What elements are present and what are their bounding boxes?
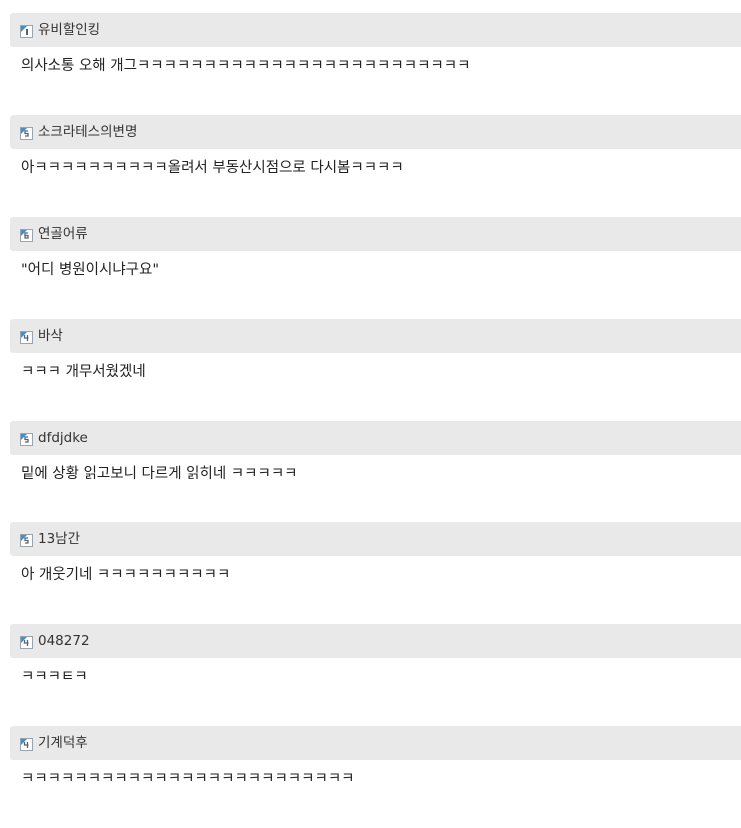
comment-author[interactable]: 유비할인킹 [38, 21, 100, 39]
user-badge-icon[interactable] [20, 534, 33, 547]
comment-author[interactable]: 연골어류 [38, 225, 88, 243]
comment-author[interactable]: 소크라테스의변명 [38, 123, 137, 141]
comment-item: 바삭 ㅋㅋㅋ 개무서웠겠네 [10, 319, 741, 421]
user-badge-icon[interactable] [20, 636, 33, 649]
user-badge-icon[interactable] [20, 25, 33, 38]
comment-item: 13남간 아 개웃기네 ㅋㅋㅋㅋㅋㅋㅋㅋㅋㅋ [10, 522, 741, 624]
comment-text: 아 개웃기네 ㅋㅋㅋㅋㅋㅋㅋㅋㅋㅋ [21, 567, 231, 583]
comment-text: 밑에 상황 읽고보니 다르게 읽히네 ㅋㅋㅋㅋㅋ [21, 466, 298, 482]
comment-text: 의사소통 오해 개그ㅋㅋㅋㅋㅋㅋㅋㅋㅋㅋㅋㅋㅋㅋㅋㅋㅋㅋㅋㅋㅋㅋㅋㅋㅋ [21, 58, 471, 74]
comment-item: 연골어류 "어디 병원이시냐구요" [10, 217, 741, 319]
comment-text: 아ㅋㅋㅋㅋㅋㅋㅋㅋㅋㅋ올려서 부동산시점으로 다시봄ㅋㅋㅋㅋ [21, 160, 404, 176]
comment-header: 048272 [10, 624, 741, 658]
user-badge-icon[interactable] [20, 229, 33, 242]
comment-header: 유비할인킹 [10, 13, 741, 47]
comment-author[interactable]: 기계덕후 [38, 734, 88, 752]
user-badge-icon[interactable] [20, 331, 33, 344]
comment-item: 소크라테스의변명 아ㅋㅋㅋㅋㅋㅋㅋㅋㅋㅋ올려서 부동산시점으로 다시봄ㅋㅋㅋㅋ [10, 115, 741, 217]
user-badge-icon[interactable] [20, 127, 33, 140]
comment-header: 기계덕후 [10, 726, 741, 760]
comment-text: "어디 병원이시냐구요" [21, 262, 160, 278]
comment-header: dfdjdke [10, 421, 741, 455]
comment-header: 연골어류 [10, 217, 741, 251]
comment-item: 유비할인킹 의사소통 오해 개그ㅋㅋㅋㅋㅋㅋㅋㅋㅋㅋㅋㅋㅋㅋㅋㅋㅋㅋㅋㅋㅋㅋㅋㅋ… [10, 13, 741, 115]
comment-text: ㅋㅋㅋㅋㅋㅋㅋㅋㅋㅋㅋㅋㅋㅋㅋㅋㅋㅋㅋㅋㅋㅋㅋㅋㅋ [21, 771, 355, 787]
comment-author[interactable]: 048272 [38, 632, 90, 650]
comment-item: 048272 ㅋㅋㅋㅌㅋ [10, 624, 741, 726]
comment-header: 13남간 [10, 522, 741, 556]
comment-text: ㅋㅋㅋㅌㅋ [21, 669, 88, 685]
user-badge-icon[interactable] [20, 738, 33, 751]
comment-text: ㅋㅋㅋ 개무서웠겠네 [21, 364, 146, 380]
user-badge-icon[interactable] [20, 433, 33, 446]
comment-author[interactable]: dfdjdke [38, 429, 88, 447]
comment-item: 기계덕후 ㅋㅋㅋㅋㅋㅋㅋㅋㅋㅋㅋㅋㅋㅋㅋㅋㅋㅋㅋㅋㅋㅋㅋㅋㅋ [10, 726, 741, 828]
comment-header: 바삭 [10, 319, 741, 353]
comment-item: dfdjdke 밑에 상황 읽고보니 다르게 읽히네 ㅋㅋㅋㅋㅋ [10, 421, 741, 523]
comment-author[interactable]: 13남간 [38, 530, 80, 548]
comment-header: 소크라테스의변명 [10, 115, 741, 149]
comment-author[interactable]: 바삭 [38, 327, 63, 345]
